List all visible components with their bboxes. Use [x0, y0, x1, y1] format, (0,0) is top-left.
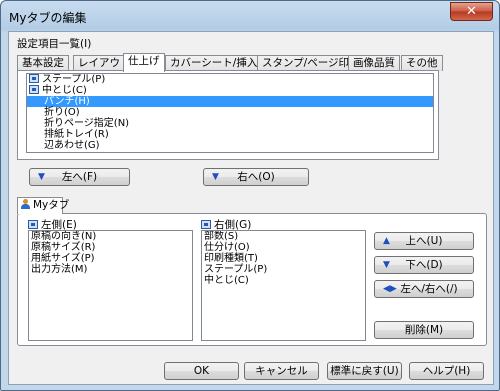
tab-image-quality[interactable]: 画像品質 — [348, 55, 400, 71]
down-arrow-icon: ▼ — [212, 172, 219, 182]
window-title: Myタブの編集 — [9, 11, 87, 25]
list-item[interactable]: 原稿サイズ(R) — [31, 242, 192, 253]
left-right-arrow-icon: ◀▶ — [383, 284, 397, 294]
mytab-panel: 左側(E) 原稿の向き(N) 原稿サイズ(R) 用紙サイズ(P) 出力方法(M)… — [17, 213, 487, 346]
list-item[interactable]: 折りページ指定(N) — [27, 118, 433, 129]
delete-button[interactable]: 削除(M) — [374, 321, 474, 339]
right-side-icon — [201, 220, 211, 229]
user-icon — [21, 199, 30, 209]
list-item[interactable]: ステープル(P) — [204, 264, 365, 275]
left-side-list[interactable]: 原稿の向き(N) 原稿サイズ(R) 用紙サイズ(P) 出力方法(M) — [28, 230, 193, 341]
close-button[interactable]: ✕ — [450, 2, 493, 21]
list-item[interactable]: 部数(S) — [204, 231, 365, 242]
move-up-button[interactable]: ▲ 上へ(U) — [374, 232, 474, 250]
help-button[interactable]: ヘルプ(H) — [409, 362, 484, 380]
list-item-selected[interactable]: パンチ(H) — [27, 96, 433, 107]
cancel-button[interactable]: キャンセル — [244, 362, 319, 380]
setting-icon — [29, 85, 39, 94]
up-arrow-icon: ▲ — [383, 236, 390, 246]
dialog-client: 設定項目一覧(I) 基本設定 レイアウト 仕上げ カバーシート/挿入紙 スタンプ… — [8, 31, 494, 385]
list-item[interactable]: 中とじ(C) — [204, 275, 365, 286]
list-item[interactable]: 印刷種類(T) — [204, 253, 365, 264]
reset-defaults-button[interactable]: 標準に戻す(U) — [327, 362, 402, 380]
left-side-icon — [28, 220, 38, 229]
move-down-button[interactable]: ▼ 下へ(D) — [374, 256, 474, 274]
list-item[interactable]: 中とじ(C) — [27, 85, 433, 96]
move-left-button[interactable]: ▼ 左へ(F) — [29, 168, 130, 186]
list-item[interactable]: 出力方法(M) — [31, 264, 192, 275]
settings-list-label: 設定項目一覧(I) — [17, 38, 92, 50]
down-arrow-icon: ▼ — [38, 172, 45, 182]
move-right-button[interactable]: ▼ 右へ(O) — [203, 168, 309, 186]
list-item[interactable]: 用紙サイズ(P) — [31, 253, 192, 264]
list-item[interactable]: 辺あわせ(G) — [27, 140, 433, 151]
ok-button[interactable]: OK — [164, 362, 239, 380]
list-item[interactable]: ステープル(P) — [27, 74, 433, 85]
list-item[interactable]: 原稿の向き(N) — [31, 231, 192, 242]
title-bar: Myタブの編集 ✕ — [1, 1, 499, 31]
swap-side-button[interactable]: ◀▶ 左へ/右へ(/) — [374, 280, 474, 298]
tab-panel: ステープル(P) 中とじ(C) パンチ(H) 折り(O) 折りページ指定(N) … — [17, 70, 439, 160]
dialog-window: Myタブの編集 ✕ 設定項目一覧(I) 基本設定 レイアウト 仕上げ カバーシー… — [0, 0, 500, 391]
right-side-list[interactable]: 部数(S) 仕分け(O) 印刷種類(T) ステープル(P) 中とじ(C) — [201, 230, 366, 341]
list-item[interactable]: 折り(O) — [27, 107, 433, 118]
mytab-tab: Myタブ — [17, 197, 69, 214]
settings-list[interactable]: ステープル(P) 中とじ(C) パンチ(H) 折り(O) 折りページ指定(N) … — [26, 73, 434, 153]
tab-other[interactable]: その他 — [401, 55, 443, 71]
tab-finishing[interactable]: 仕上げ — [123, 53, 165, 72]
down-arrow-icon: ▼ — [383, 260, 390, 270]
list-item[interactable]: 排紙トレイ(R) — [27, 129, 433, 140]
tab-basic[interactable]: 基本設定 — [17, 55, 69, 71]
setting-icon — [29, 74, 39, 83]
list-item[interactable]: 仕分け(O) — [204, 242, 365, 253]
